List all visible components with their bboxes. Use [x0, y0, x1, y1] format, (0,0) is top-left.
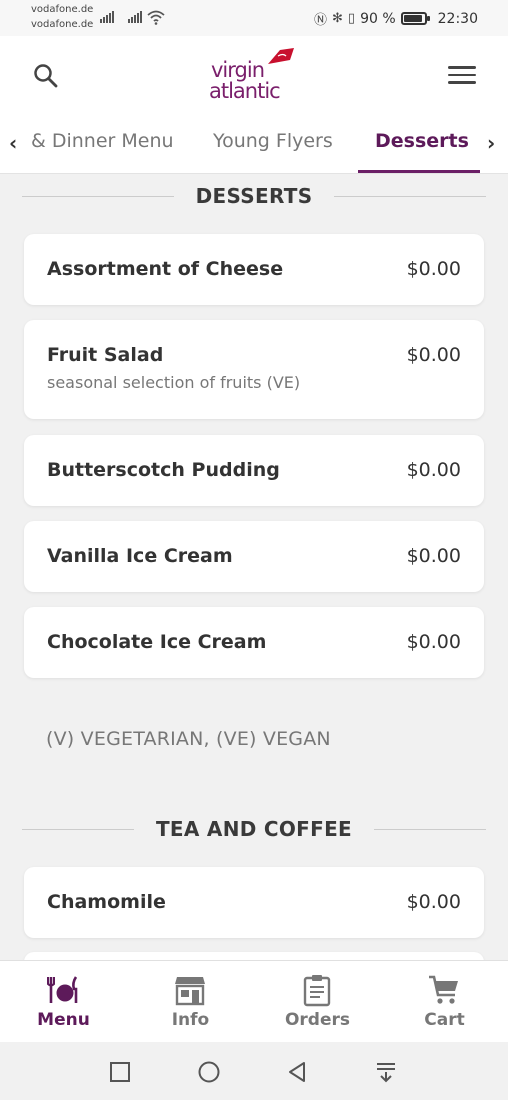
tabs-scroll-right-icon[interactable]: › — [487, 131, 495, 155]
app-header: virgin atlantic — [0, 36, 508, 118]
notification-pull-icon[interactable] — [374, 1060, 398, 1084]
menu-item-card[interactable]: Assortment of Cheese $0.00 — [24, 234, 484, 305]
active-tab-indicator — [358, 170, 480, 173]
divider — [22, 828, 134, 830]
system-navigation-bar — [0, 1042, 508, 1100]
menu-item-name: Fruit Salad — [47, 344, 164, 366]
status-indicators: Ⓝ ✻ ▯ 90 % 22:30 — [313, 9, 478, 29]
menu-item-price: $0.00 — [406, 344, 461, 366]
divider — [22, 195, 174, 197]
menu-item-price: $0.00 — [406, 545, 461, 567]
menu-item-card[interactable]: Butterscotch Pudding $0.00 — [24, 435, 484, 506]
divider — [374, 828, 486, 830]
signal-icon-2 — [128, 11, 142, 23]
menu-item-name: Vanilla Ice Cream — [47, 545, 233, 567]
logo-word-virgin: virgin — [211, 58, 265, 82]
menu-item-card[interactable]: Fruit Salad seasonal selection of fruits… — [24, 320, 484, 419]
menu-item-name: Assortment of Cheese — [47, 258, 284, 280]
wifi-icon — [147, 10, 165, 25]
menu-item-card[interactable]: Chocolate Ice Cream $0.00 — [24, 607, 484, 678]
battery-percent: 90 % — [360, 10, 396, 27]
section-title: TEA AND COFFEE — [155, 817, 353, 841]
back-icon[interactable] — [285, 1060, 309, 1084]
section-header-desserts: DESSERTS — [22, 181, 487, 211]
nav-cart[interactable]: Cart — [381, 961, 508, 1043]
logo-word-atlantic: atlantic — [209, 79, 281, 103]
section-header-tea-coffee: TEA AND COFFEE — [22, 814, 486, 844]
nfc-icon: Ⓝ — [313, 13, 327, 28]
nav-menu[interactable]: Menu — [0, 961, 127, 1043]
menu-item-name: Butterscotch Pudding — [47, 459, 280, 481]
dietary-legend: (V) VEGETARIAN, (VE) VEGAN — [46, 728, 331, 750]
tab-dinner-menu[interactable]: & Dinner Menu — [31, 130, 174, 152]
battery-icon — [400, 12, 430, 25]
recent-apps-icon[interactable] — [108, 1060, 132, 1084]
category-tabs: ‹ & Dinner Menu Young Flyers Desserts › — [0, 118, 508, 174]
section-title: DESSERTS — [195, 184, 313, 208]
carrier-label-1: vodafone.de — [31, 4, 94, 15]
tabs-scroll-left-icon[interactable]: ‹ — [9, 131, 17, 155]
search-icon[interactable] — [32, 62, 60, 90]
menu-item-price: $0.00 — [406, 631, 461, 653]
divider — [334, 195, 487, 197]
menu-item-name: Chocolate Ice Cream — [47, 631, 267, 653]
nav-label: Orders — [284, 1010, 351, 1030]
vibrate-icon: ▯ — [347, 11, 356, 26]
cart-icon — [429, 975, 458, 1004]
menu-item-price: $0.00 — [406, 891, 461, 913]
menu-item-price: $0.00 — [406, 258, 461, 280]
menu-item-description: seasonal selection of fruits (VE) — [47, 373, 301, 392]
signal-icon — [100, 11, 114, 23]
bottom-navigation: Menu Info Orders Cart — [0, 960, 508, 1042]
menu-item-card[interactable]: Chamomile $0.00 — [24, 867, 484, 938]
virgin-atlantic-logo[interactable]: virgin atlantic — [208, 44, 304, 108]
storefront-icon — [175, 977, 205, 1006]
cutlery-plate-icon — [47, 976, 78, 1003]
flag-logo-icon — [268, 48, 294, 64]
nav-label: Info — [171, 1010, 210, 1030]
hamburger-menu-icon[interactable] — [448, 66, 476, 86]
nav-info[interactable]: Info — [127, 961, 254, 1043]
clipboard-icon — [303, 975, 331, 1007]
battery-fill — [403, 15, 422, 22]
tab-desserts[interactable]: Desserts — [375, 130, 469, 152]
menu-item-card[interactable]: Vanilla Ice Cream $0.00 — [24, 521, 484, 592]
status-bar: vodafone.de vodafone.de Ⓝ ✻ ▯ 90 % 22:30 — [0, 0, 508, 36]
clock: 22:30 — [437, 10, 478, 27]
nav-orders[interactable]: Orders — [254, 961, 381, 1043]
menu-item-name: Chamomile — [47, 891, 166, 913]
tab-young-flyers[interactable]: Young Flyers — [213, 130, 333, 152]
home-icon[interactable] — [197, 1060, 221, 1084]
nav-label: Menu — [37, 1010, 90, 1030]
bluetooth-icon: ✻ — [332, 11, 343, 26]
nav-label: Cart — [424, 1010, 465, 1030]
carrier-label-2: vodafone.de — [31, 19, 94, 30]
menu-item-price: $0.00 — [406, 459, 461, 481]
